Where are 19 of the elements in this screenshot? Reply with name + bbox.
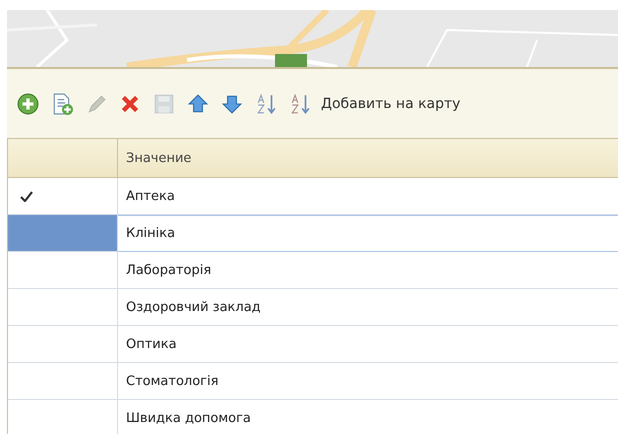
- row-selector-cell[interactable]: [8, 215, 118, 252]
- document-plus-icon: [51, 92, 73, 114]
- arrow-up-icon: [187, 92, 209, 114]
- row-selector-cell[interactable]: [8, 289, 118, 326]
- table-cell[interactable]: Аптека: [118, 178, 618, 215]
- table-cell[interactable]: Швидка допомога: [118, 400, 618, 434]
- table-cell[interactable]: Оздоровчий заклад: [118, 289, 618, 326]
- table-cell[interactable]: Лабораторія: [118, 252, 618, 289]
- add-icon: [17, 92, 39, 114]
- row-selector-cell[interactable]: [8, 326, 118, 363]
- table-cell[interactable]: Клініка: [118, 215, 618, 252]
- table-cell[interactable]: Стоматологія: [118, 363, 618, 400]
- add-to-map-button[interactable]: Добавить на карту: [317, 92, 466, 116]
- sort-ascending-icon: [255, 92, 277, 114]
- row-selector-cell[interactable]: [8, 252, 118, 289]
- column-header[interactable]: Значение: [118, 150, 192, 166]
- row-selector-cell[interactable]: [8, 363, 118, 400]
- sort-descending-icon: [289, 92, 311, 114]
- table-cell[interactable]: Оптика: [118, 326, 618, 363]
